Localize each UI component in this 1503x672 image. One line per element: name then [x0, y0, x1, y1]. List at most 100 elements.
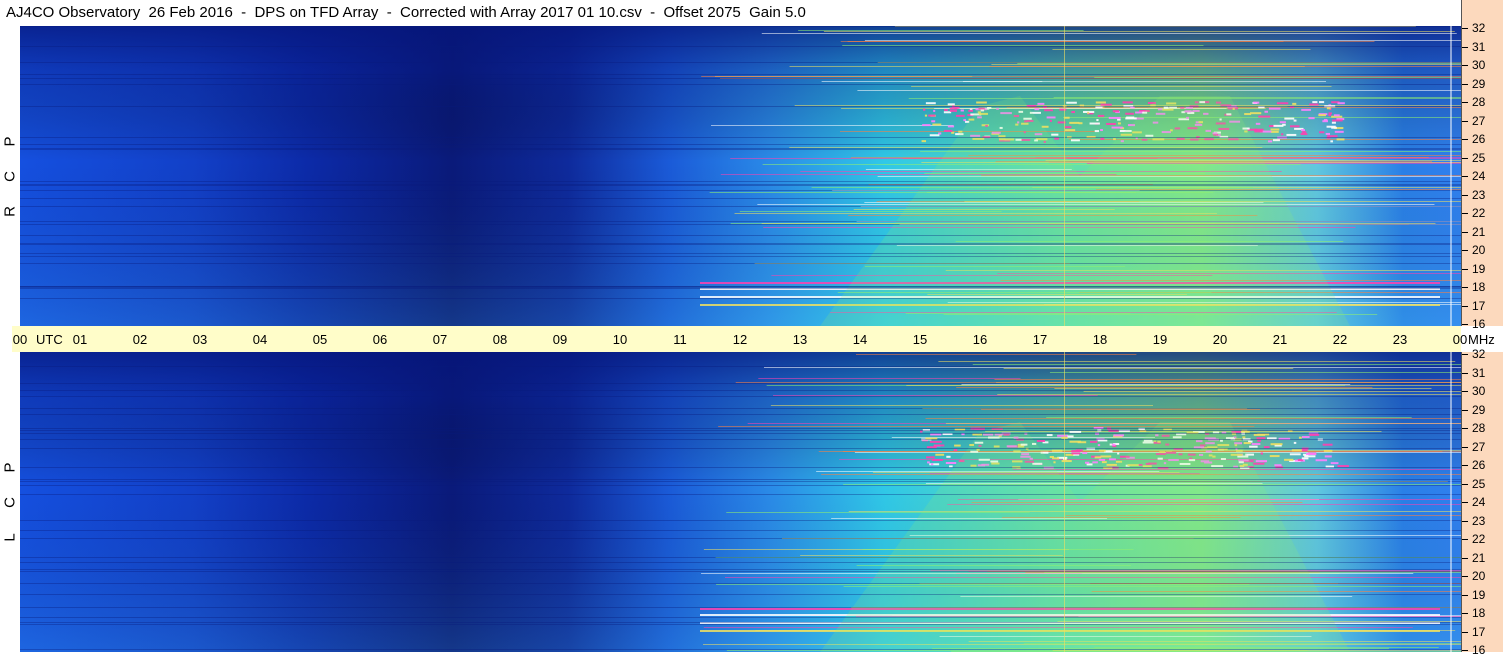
freq-tick-label: 26 [1472, 132, 1486, 146]
freq-tick [1462, 268, 1468, 270]
freq-tick [1462, 354, 1468, 355]
freq-tick-label: 25 [1472, 150, 1486, 165]
freq-tick [1462, 305, 1468, 307]
time-tick-label: 08 [492, 332, 508, 347]
freq-tick-label: 23 [1472, 513, 1486, 528]
freq-tick-label: 28 [1472, 95, 1486, 109]
freq-tick [1462, 157, 1468, 159]
time-tick-label: 09 [552, 332, 568, 347]
freq-tick [1462, 231, 1468, 233]
freq-tick-label: 26 [1472, 458, 1486, 472]
freq-tick [1462, 631, 1468, 633]
freq-tick-label: 25 [1472, 476, 1486, 491]
window-title: AJ4CO Observatory 26 Feb 2016 - DPS on T… [6, 4, 806, 21]
time-tick-label: 01 [72, 332, 88, 347]
lcp-spectrogram[interactable] [20, 352, 1461, 652]
freq-tick [1462, 520, 1468, 522]
freq-tick-label: 29 [1472, 76, 1486, 91]
time-tick-label: 10 [612, 332, 628, 347]
utc-unit-label: UTC [36, 332, 63, 347]
freq-tick-label: 22 [1472, 206, 1486, 220]
freq-tick [1462, 372, 1468, 374]
time-tick-label: 13 [792, 332, 808, 347]
time-tick-label: 05 [312, 332, 328, 347]
time-tick-label: 23 [1392, 332, 1408, 347]
freq-tick-label: 30 [1472, 58, 1486, 72]
time-tick-label: 11 [673, 332, 687, 347]
rcp-frequency-axis: 32 31 30 29 28 27 26 25 24 23 22 21 20 19 18 17 16 [1461, 22, 1503, 330]
freq-tick-label: 27 [1472, 439, 1486, 454]
freq-tick-label: 30 [1472, 384, 1486, 398]
time-tick-label: 21 [1272, 332, 1288, 347]
freq-tick [1462, 324, 1468, 325]
freq-tick [1462, 576, 1468, 577]
time-tick-label: 02 [132, 332, 148, 347]
time-tick-label: 07 [432, 332, 448, 347]
freq-tick-label: 24 [1472, 169, 1486, 183]
freq-tick [1462, 502, 1468, 503]
freq-tick-label: 20 [1472, 569, 1486, 583]
lcp-letter-p: P [1, 462, 19, 473]
time-tick-label: 12 [732, 332, 748, 347]
freq-tick [1462, 287, 1468, 288]
rcp-polarization-label: P C R [0, 26, 20, 326]
mhz-unit-label: MHz [1468, 332, 1495, 347]
freq-tick [1462, 613, 1468, 614]
freq-tick-label: 20 [1472, 243, 1486, 257]
freq-tick-label: 24 [1472, 495, 1486, 509]
rcp-letter-c: C [1, 170, 19, 182]
rcp-letter-r: R [1, 205, 19, 217]
lcp-polarization-label: P C L [0, 352, 20, 652]
freq-tick [1462, 139, 1468, 140]
time-tick-label: 14 [852, 332, 868, 347]
freq-tick [1462, 409, 1468, 411]
freq-tick-label: 19 [1472, 261, 1486, 276]
freq-tick-label: 27 [1472, 113, 1486, 128]
time-tick-label: 06 [372, 332, 388, 347]
freq-tick [1462, 176, 1468, 177]
freq-tick-label: 16 [1472, 317, 1486, 331]
freq-tick [1462, 557, 1468, 559]
freq-tick [1462, 483, 1468, 485]
freq-tick [1462, 594, 1468, 596]
time-tick-label: 18 [1092, 332, 1108, 347]
freq-tick-label: 21 [1472, 550, 1486, 565]
freq-tick-label: 23 [1472, 187, 1486, 202]
time-tick-label: 15 [912, 332, 928, 347]
freq-tick-label: 16 [1472, 643, 1486, 657]
freq-tick-label: 22 [1472, 532, 1486, 546]
freq-tick-label: 19 [1472, 587, 1486, 602]
freq-tick-label: 32 [1472, 21, 1486, 35]
time-tick-label: 04 [252, 332, 268, 347]
freq-tick [1462, 65, 1468, 66]
freq-tick [1462, 194, 1468, 196]
time-tick-label: 03 [192, 332, 208, 347]
lcp-spectrogram-image [20, 352, 1461, 652]
freq-tick-label: 17 [1472, 298, 1486, 313]
time-tick-label: 22 [1332, 332, 1348, 347]
freq-tick [1462, 250, 1468, 251]
time-tick-label: 16 [972, 332, 988, 347]
freq-tick-label: 18 [1472, 280, 1486, 294]
lcp-letter-c: C [1, 496, 19, 508]
freq-tick [1462, 213, 1468, 214]
rcp-spectrogram[interactable] [20, 26, 1461, 326]
freq-tick-label: 21 [1472, 224, 1486, 239]
lcp-frequency-axis: 32 31 30 29 28 27 26 25 24 23 22 21 20 19 18 17 16 [1461, 348, 1503, 656]
freq-tick [1462, 120, 1468, 122]
time-tick-label: 17 [1032, 332, 1048, 347]
freq-tick [1462, 391, 1468, 392]
freq-tick [1462, 446, 1468, 448]
freq-tick [1462, 83, 1468, 85]
freq-tick-label: 31 [1472, 39, 1486, 54]
freq-tick [1462, 539, 1468, 540]
freq-tick-label: 17 [1472, 624, 1486, 639]
freq-tick-label: 31 [1472, 365, 1486, 380]
time-tick-label: 00 [1452, 332, 1468, 347]
freq-tick-label: 18 [1472, 606, 1486, 620]
time-tick-label: 00 [12, 332, 28, 347]
freq-tick [1462, 28, 1468, 29]
freq-tick [1462, 428, 1468, 429]
freq-tick [1462, 46, 1468, 48]
freq-tick-label: 28 [1472, 421, 1486, 435]
